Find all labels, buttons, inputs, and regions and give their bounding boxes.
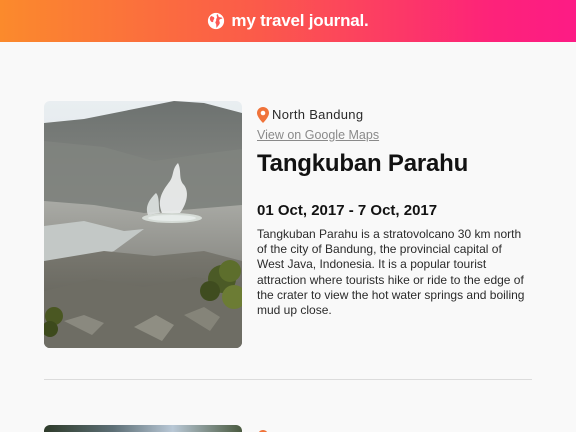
location-pin-icon [257,106,269,123]
app-header: my travel journal. [0,0,576,42]
location-name: North Bandung [272,107,364,122]
entry-title: Tangkuban Parahu [257,150,469,177]
location-row: North Bandung [257,106,363,123]
google-maps-link[interactable]: View on Google Maps [257,128,379,142]
entry-divider [44,379,532,380]
journal-entry: North Bandung View on Google Maps Tangku… [44,101,532,349]
volcano-crater-image [44,101,242,348]
location-photo-next [44,425,242,432]
globe-icon [208,12,225,30]
entry-description: Tangkuban Parahu is a stratovolcano 30 k… [257,227,525,318]
app-title: my travel journal. [231,11,369,30]
entry-dates: 01 Oct, 2017 - 7 Oct, 2017 [257,202,438,219]
location-photo [44,101,242,348]
journal-entry-next [44,425,532,432]
